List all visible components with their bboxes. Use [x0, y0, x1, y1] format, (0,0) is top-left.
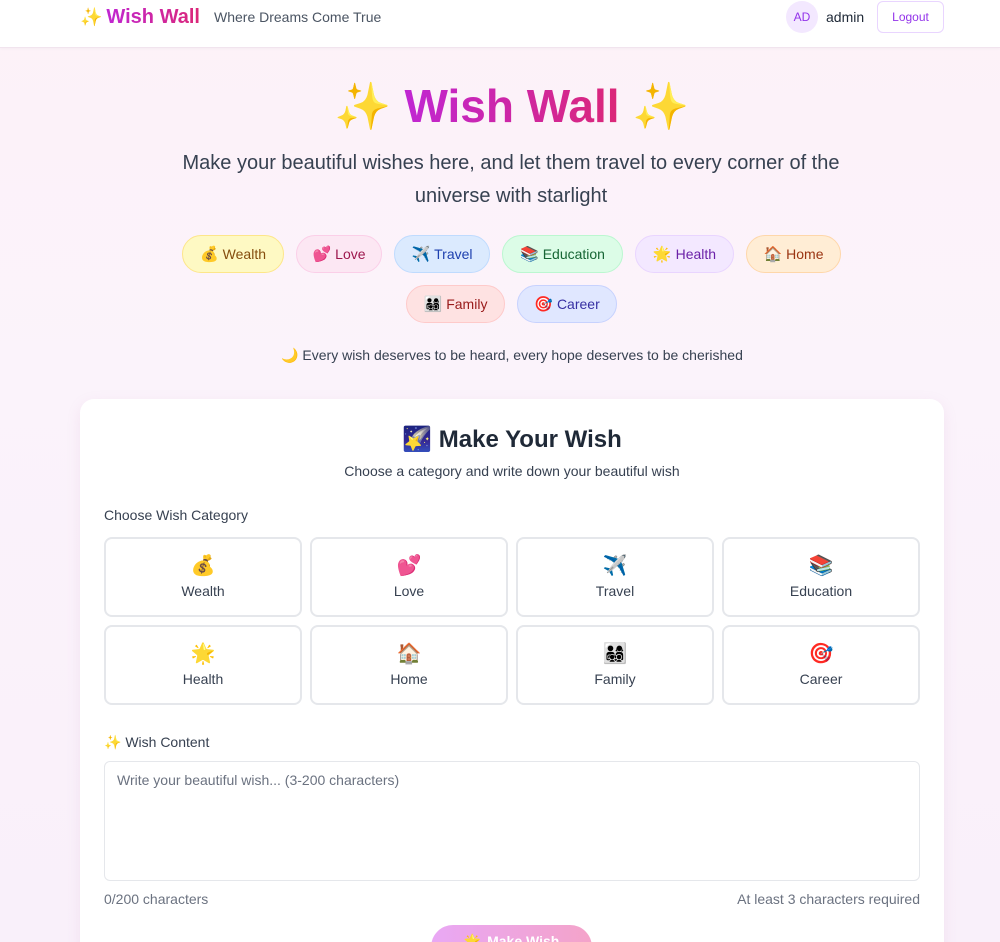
- category-option-label: Family: [594, 671, 636, 687]
- sparkles-icon: ✨: [632, 80, 690, 132]
- chip-wealth[interactable]: 💰 Wealth: [182, 235, 284, 273]
- target-icon: 🎯: [534, 296, 553, 313]
- chip-label: Wealth: [222, 246, 266, 262]
- house-icon: 🏠: [396, 643, 422, 665]
- wish-content-input[interactable]: [104, 761, 920, 881]
- make-wish-label: Make Wish: [487, 933, 560, 942]
- sparkles-icon: ✨: [334, 80, 392, 132]
- brand-logo[interactable]: ✨ Wish Wall: [80, 6, 200, 29]
- category-option-label: Wealth: [181, 583, 225, 599]
- chip-love[interactable]: 💕 Love: [296, 235, 382, 273]
- requirement-hint: At least 3 characters required: [737, 891, 920, 907]
- hero-title-text: Wish Wall: [404, 80, 620, 132]
- top-navbar: ✨ Wish Wall Where Dreams Come True AD ad…: [0, 0, 1000, 48]
- house-icon: 🏠: [763, 246, 783, 263]
- chip-education[interactable]: 📚 Education: [502, 235, 623, 273]
- category-option-label: Career: [799, 671, 843, 687]
- chip-label: Love: [335, 246, 366, 262]
- category-option-label: Education: [789, 583, 853, 599]
- target-icon: 🎯: [808, 643, 834, 665]
- family-icon: 👨‍👩‍👧‍👦: [423, 296, 443, 313]
- logout-button[interactable]: Logout: [877, 1, 944, 33]
- hero-subtitle: Make your beautiful wishes here, and let…: [182, 152, 840, 207]
- chip-label: Health: [675, 246, 717, 262]
- category-option-career[interactable]: 🎯 Career: [722, 625, 920, 705]
- money-bag-icon: 💰: [190, 555, 216, 577]
- chip-travel[interactable]: ✈️ Travel: [394, 235, 490, 273]
- make-wish-button[interactable]: 🌟 Make Wish: [431, 925, 592, 942]
- category-option-label: Health: [182, 671, 224, 687]
- chip-health[interactable]: 🌟 Health: [635, 235, 734, 273]
- wish-form-card: 🌠 Make Your Wish Choose a category and w…: [80, 399, 944, 942]
- form-title: 🌠 Make Your Wish: [402, 426, 622, 453]
- chip-label: Education: [542, 246, 605, 262]
- books-icon: 📚: [808, 555, 834, 577]
- money-bag-icon: 💰: [199, 246, 219, 263]
- hearts-icon: 💕: [396, 555, 422, 577]
- user-avatar[interactable]: AD: [786, 1, 818, 33]
- category-option-wealth[interactable]: 💰 Wealth: [104, 537, 302, 617]
- brand-tagline: Where Dreams Come True: [214, 9, 382, 25]
- form-subtitle: Choose a category and write down your be…: [344, 463, 680, 479]
- category-option-label: Travel: [595, 583, 635, 599]
- category-option-label: Home: [390, 671, 428, 687]
- character-counter: 0/200 characters: [104, 891, 209, 907]
- airplane-icon: ✈️: [602, 555, 628, 577]
- category-option-home[interactable]: 🏠 Home: [310, 625, 508, 705]
- chip-label: Travel: [434, 246, 473, 262]
- hearts-icon: 💕: [312, 246, 332, 263]
- star-icon: 🌟: [190, 643, 216, 665]
- content-label: ✨ Wish Content: [104, 734, 210, 750]
- brand-name: Wish Wall: [106, 6, 200, 28]
- family-icon: 👨‍👩‍👧‍👦: [602, 643, 628, 665]
- category-option-health[interactable]: 🌟 Health: [104, 625, 302, 705]
- chip-label: Home: [786, 246, 824, 262]
- airplane-icon: ✈️: [411, 246, 431, 263]
- category-option-love[interactable]: 💕 Love: [310, 537, 508, 617]
- category-option-travel[interactable]: ✈️ Travel: [516, 537, 714, 617]
- motto-text: 🌙 Every wish deserves to be heard, every…: [281, 347, 743, 363]
- hero-title: ✨ Wish Wall ✨: [0, 78, 1000, 134]
- username-label: admin: [826, 9, 865, 25]
- chip-label: Family: [446, 296, 488, 312]
- category-option-family[interactable]: 👨‍👩‍👧‍👦 Family: [516, 625, 714, 705]
- sparkles-icon: ✨: [80, 7, 103, 27]
- category-option-label: Love: [393, 583, 425, 599]
- star-icon: 🌟: [463, 933, 482, 942]
- chip-career[interactable]: 🎯 Career: [517, 285, 617, 323]
- books-icon: 📚: [520, 246, 539, 263]
- category-label: Choose Wish Category: [104, 507, 248, 523]
- chip-home[interactable]: 🏠 Home: [746, 235, 841, 273]
- star-icon: 🌟: [652, 246, 672, 263]
- category-option-education[interactable]: 📚 Education: [722, 537, 920, 617]
- chip-label: Career: [556, 296, 600, 312]
- chip-family[interactable]: 👨‍👩‍👧‍👦 Family: [406, 285, 505, 323]
